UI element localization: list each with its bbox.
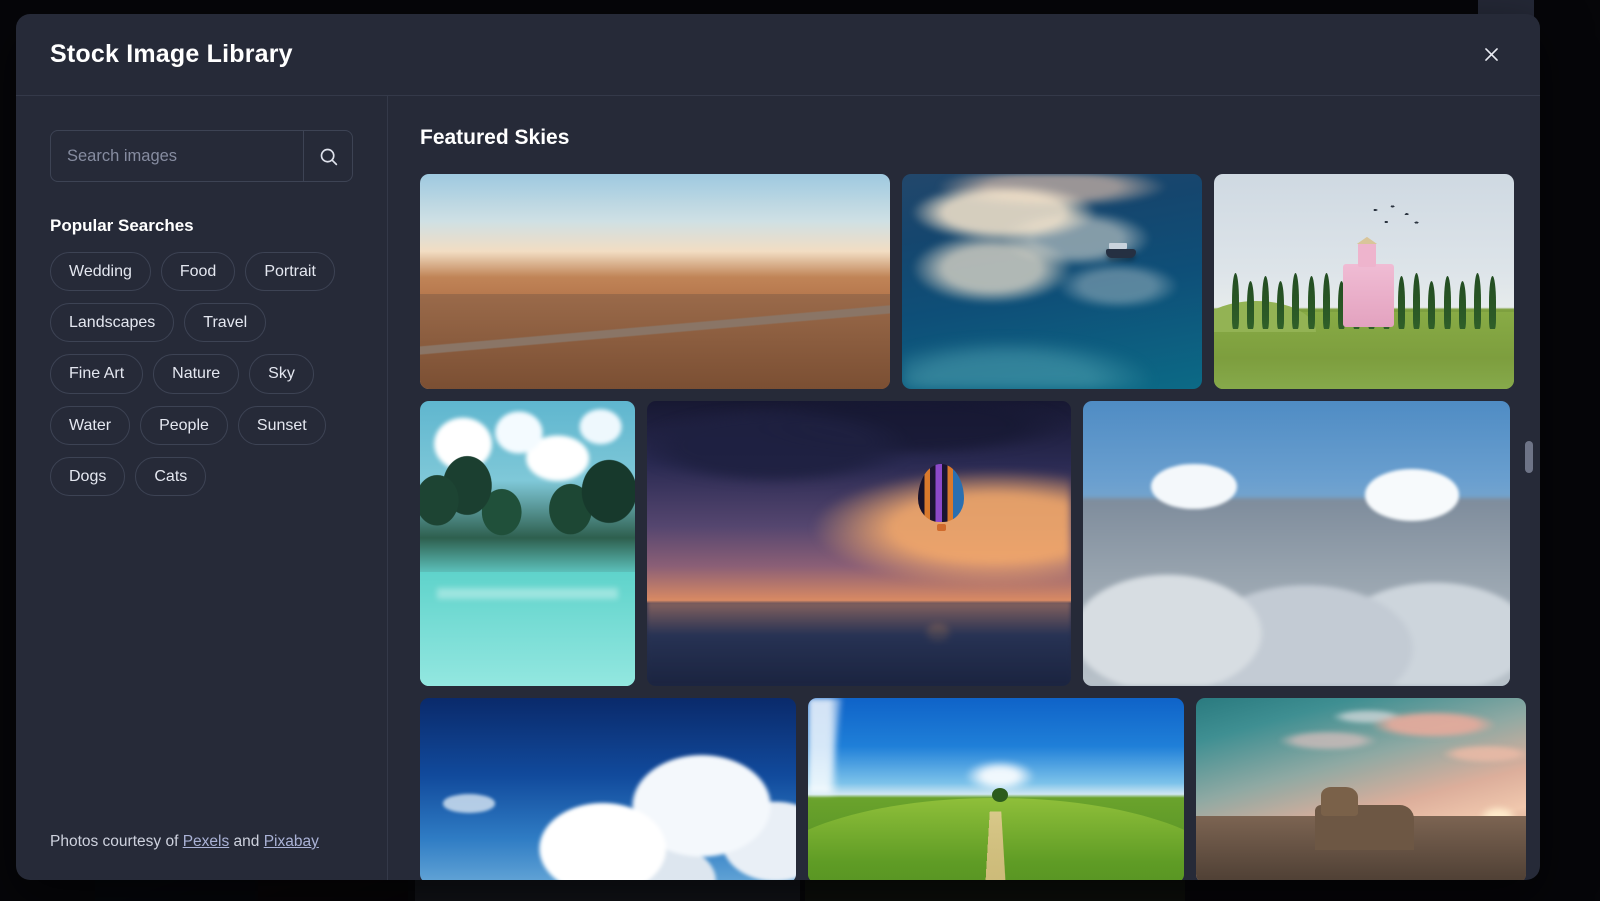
credits-prefix: Photos courtesy of	[50, 832, 183, 850]
image-grid-row	[420, 401, 1514, 686]
popular-search-tag[interactable]: Sky	[249, 354, 314, 394]
pool-water-shape	[420, 572, 635, 686]
image-grid-row	[420, 174, 1514, 389]
sphinx-head-shape	[1321, 786, 1358, 817]
photo-thumbnail	[1083, 401, 1510, 686]
image-results-panel: Featured Skies	[388, 96, 1540, 880]
photo-credits: Photos courtesy of Pexels and Pixabay	[50, 829, 320, 854]
pexels-link[interactable]: Pexels	[183, 833, 230, 850]
photo-thumbnail	[420, 698, 796, 880]
search-bar	[50, 130, 353, 182]
image-card-desert-highway[interactable]	[420, 174, 890, 389]
boat-shape	[1106, 243, 1136, 259]
hot-air-balloon-shape	[918, 463, 965, 531]
photo-thumbnail	[808, 698, 1184, 880]
road-shape	[420, 291, 822, 389]
photo-thumbnail	[1196, 698, 1526, 880]
small-cloud-shape	[442, 794, 496, 813]
image-card-resort-pool[interactable]	[420, 401, 635, 686]
popular-search-tag[interactable]: Travel	[184, 303, 267, 343]
popular-search-tag[interactable]: Nature	[153, 354, 240, 394]
cloud-puff-shape	[1151, 463, 1237, 510]
photo-thumbnail	[1214, 174, 1514, 389]
image-card-aerial-ocean-boat[interactable]	[902, 174, 1202, 389]
popular-search-tag[interactable]: Cats	[135, 456, 207, 496]
vertical-scroll-thumb[interactable]	[1525, 441, 1533, 473]
popular-search-tag[interactable]: Portrait	[245, 252, 335, 292]
cloud-puff-shape	[1364, 469, 1459, 521]
featured-section-heading: Featured Skies	[420, 126, 570, 149]
popular-search-tag[interactable]: Dogs	[50, 456, 126, 496]
road-sign-shape	[556, 307, 585, 322]
image-card-pink-mansion[interactable]	[1214, 174, 1514, 389]
mansion-shape	[1343, 243, 1394, 327]
popular-search-tag[interactable]: People	[140, 405, 228, 445]
image-card-hot-air-balloon[interactable]	[647, 401, 1071, 686]
close-icon	[1484, 48, 1498, 61]
photo-thumbnail	[647, 401, 1071, 686]
photo-thumbnail	[420, 401, 635, 686]
popular-search-tag[interactable]: Water	[50, 405, 131, 445]
popular-search-tag[interactable]: Fine Art	[50, 354, 144, 394]
search-icon	[320, 148, 337, 165]
modal-header: Stock Image Library	[16, 14, 1540, 96]
popular-search-tag[interactable]: Wedding	[50, 252, 151, 292]
vertical-scrollbar[interactable]	[1524, 96, 1534, 880]
search-button[interactable]	[303, 131, 352, 181]
guardrail-shape	[448, 347, 881, 387]
image-grid-row	[420, 698, 1526, 880]
popular-searches-tag-list: Wedding Food Portrait Landscapes Travel Fine …	[50, 252, 353, 496]
lone-tree-shape	[992, 787, 1009, 802]
balloon-reflection-shape	[918, 617, 959, 648]
sidebar: Popular Searches WeddingFoodPortrait Land…	[16, 96, 388, 880]
image-card-sun-rays-clouds[interactable]	[1083, 401, 1510, 686]
cumulus-cloud-shape	[510, 723, 796, 880]
image-card-green-hill[interactable]	[808, 698, 1184, 880]
stock-image-library-modal: Stock Image Library Popular Searches	[16, 14, 1540, 880]
modal-body: Popular Searches WeddingFoodPortrait Land…	[16, 96, 1540, 880]
popular-searches-heading: Popular Searches	[50, 216, 194, 235]
photo-thumbnail	[420, 174, 890, 389]
photo-thumbnail	[902, 174, 1202, 389]
credits-middle: and	[229, 832, 264, 850]
search-input[interactable]	[51, 131, 303, 181]
image-card-cumulus-clouds[interactable]	[420, 698, 796, 880]
pixabay-link[interactable]: Pixabay	[264, 833, 319, 850]
popular-search-tag[interactable]: Food	[160, 252, 236, 292]
popular-search-tag[interactable]: Landscapes	[50, 303, 175, 343]
cloud-mass-shape	[1083, 497, 1510, 686]
close-button[interactable]	[1474, 38, 1508, 72]
popular-search-tag[interactable]: Sunset	[237, 405, 326, 445]
image-card-sphinx-sunset[interactable]	[1196, 698, 1526, 880]
birds-shape	[1370, 204, 1424, 235]
page-title: Stock Image Library	[50, 40, 293, 68]
